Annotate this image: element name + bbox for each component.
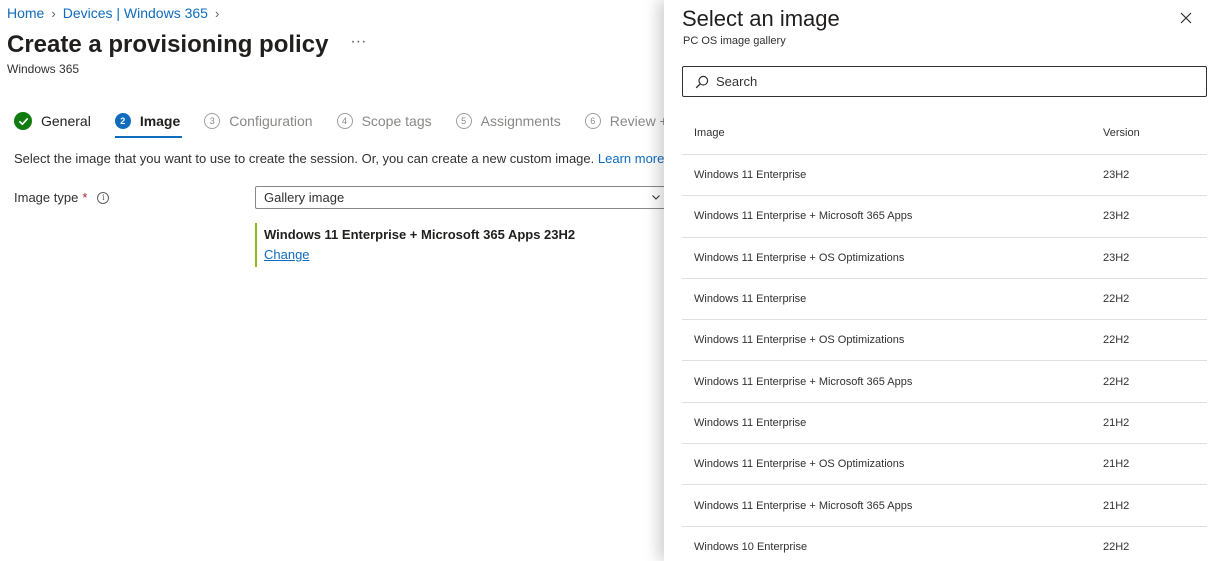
version-cell: 23H2	[1103, 210, 1130, 223]
image-type-dropdown[interactable]: Gallery image	[255, 186, 670, 209]
selected-image-summary: Windows 11 Enterprise + Microsoft 365 Ap…	[255, 223, 575, 267]
image-name-cell: Windows 11 Enterprise + OS Optimizations	[694, 251, 905, 264]
close-icon[interactable]	[1179, 11, 1193, 25]
selected-image-name: Windows 11 Enterprise + Microsoft 365 Ap…	[264, 227, 576, 242]
search-input[interactable]	[716, 74, 1196, 89]
column-header-version[interactable]: Version	[1091, 127, 1207, 139]
instructions-body: Select the image that you want to use to…	[14, 151, 595, 166]
step-label: Configuration	[229, 113, 313, 129]
image-name-cell: Windows 11 Enterprise	[694, 293, 807, 306]
version-cell: 22H2	[1103, 334, 1130, 347]
image-name-cell: Windows 11 Enterprise	[694, 169, 807, 182]
version-cell: 22H2	[1103, 293, 1130, 306]
step-number: 6	[584, 113, 601, 129]
panel-title: Select an image	[682, 6, 840, 31]
version-cell: 22H2	[1103, 375, 1130, 388]
image-name-cell: Windows 11 Enterprise + OS Optimizations	[694, 334, 905, 347]
image-name-cell: Windows 11 Enterprise + Microsoft 365 Ap…	[694, 210, 913, 223]
info-icon[interactable]: i	[97, 191, 110, 204]
image-name-cell: Windows 10 Enterprise	[694, 540, 808, 553]
step-number: 3	[204, 113, 221, 129]
image-name-cell: Windows 11 Enterprise + Microsoft 365 Ap…	[694, 375, 913, 388]
step-number: 4	[336, 113, 353, 129]
version-cell: 23H2	[1103, 169, 1130, 182]
search-box[interactable]	[682, 66, 1207, 97]
instructions-text: Select the image that you want to use to…	[14, 151, 678, 166]
breadcrumb: Home › Devices | Windows 365 ›	[7, 5, 226, 21]
chevron-down-icon	[652, 195, 660, 200]
learn-more-label: Learn more	[597, 151, 665, 166]
version-cell: 21H2	[1103, 416, 1130, 429]
chevron-right-icon: ›	[214, 5, 220, 21]
image-type-label-text: Image type	[14, 190, 79, 205]
column-header-image[interactable]: Image	[682, 127, 1091, 139]
page-title: Create a provisioning policy ···	[7, 31, 366, 59]
version-cell: 21H2	[1103, 499, 1130, 512]
wizard-steps: General 2 Image 3 Configuration 4 Scope …	[14, 108, 703, 138]
step-image[interactable]: 2 Image	[114, 108, 183, 138]
table-row[interactable]: Windows 11 Enterprise 22H2	[682, 279, 1207, 321]
image-type-value: Gallery image	[264, 190, 345, 205]
table-row[interactable]: Windows 11 Enterprise + OS Optimizations…	[682, 320, 1207, 362]
table-row[interactable]: Windows 11 Enterprise + Microsoft 365 Ap…	[682, 485, 1207, 527]
image-name-cell: Windows 11 Enterprise	[694, 416, 807, 429]
more-options-icon[interactable]: ···	[350, 33, 366, 51]
chevron-right-icon: ›	[51, 5, 56, 21]
page-subtitle: Windows 365	[7, 62, 80, 76]
table-row[interactable]: Windows 11 Enterprise + Microsoft 365 Ap…	[682, 196, 1207, 238]
version-cell: 23H2	[1103, 251, 1130, 264]
page-title-text: Create a provisioning policy	[7, 31, 329, 58]
required-mark: *	[82, 190, 88, 205]
change-image-link[interactable]: Change	[264, 247, 575, 262]
table-row[interactable]: Windows 11 Enterprise 23H2	[682, 155, 1207, 197]
table-row[interactable]: Windows 11 Enterprise + Microsoft 365 Ap…	[682, 361, 1207, 403]
table-row[interactable]: Windows 11 Enterprise + OS Optimizations…	[682, 238, 1207, 279]
select-image-panel: Select an image PC OS image gallery Imag…	[664, 0, 1209, 561]
checkmark-icon	[14, 112, 32, 130]
step-configuration[interactable]: 3 Configuration	[204, 108, 313, 134]
step-label: General	[41, 113, 91, 129]
step-scope-tags[interactable]: 4 Scope tags	[336, 108, 432, 134]
breadcrumb-home-link[interactable]: Home	[7, 5, 44, 21]
search-icon	[695, 75, 709, 88]
step-label: Image	[139, 113, 181, 129]
step-general[interactable]: General	[14, 108, 91, 134]
breadcrumb-devices-link[interactable]: Devices | Windows 365	[63, 5, 208, 21]
step-label: Assignments	[480, 113, 561, 129]
step-number: 5	[455, 113, 472, 129]
version-cell: 21H2	[1103, 458, 1130, 471]
image-name-cell: Windows 11 Enterprise + OS Optimizations	[694, 458, 905, 471]
image-type-label: Image type * i	[14, 190, 110, 205]
version-cell: 22H2	[1103, 540, 1130, 553]
table-header: Image Version	[682, 112, 1207, 155]
step-label: Scope tags	[361, 113, 432, 129]
table-row[interactable]: Windows 11 Enterprise + OS Optimizations…	[682, 444, 1207, 486]
image-name-cell: Windows 11 Enterprise + Microsoft 365 Ap…	[694, 499, 913, 512]
step-assignments[interactable]: 5 Assignments	[455, 108, 561, 134]
table-row[interactable]: Windows 10 Enterprise 22H2	[682, 527, 1207, 561]
image-table: Image Version Windows 11 Enterprise 23H2 …	[682, 112, 1207, 561]
background-page: Home › Devices | Windows 365 › Create a …	[0, 0, 679, 561]
table-row[interactable]: Windows 11 Enterprise 21H2	[682, 403, 1207, 445]
step-number: 2	[114, 113, 131, 129]
panel-subtitle: PC OS image gallery	[683, 35, 786, 47]
